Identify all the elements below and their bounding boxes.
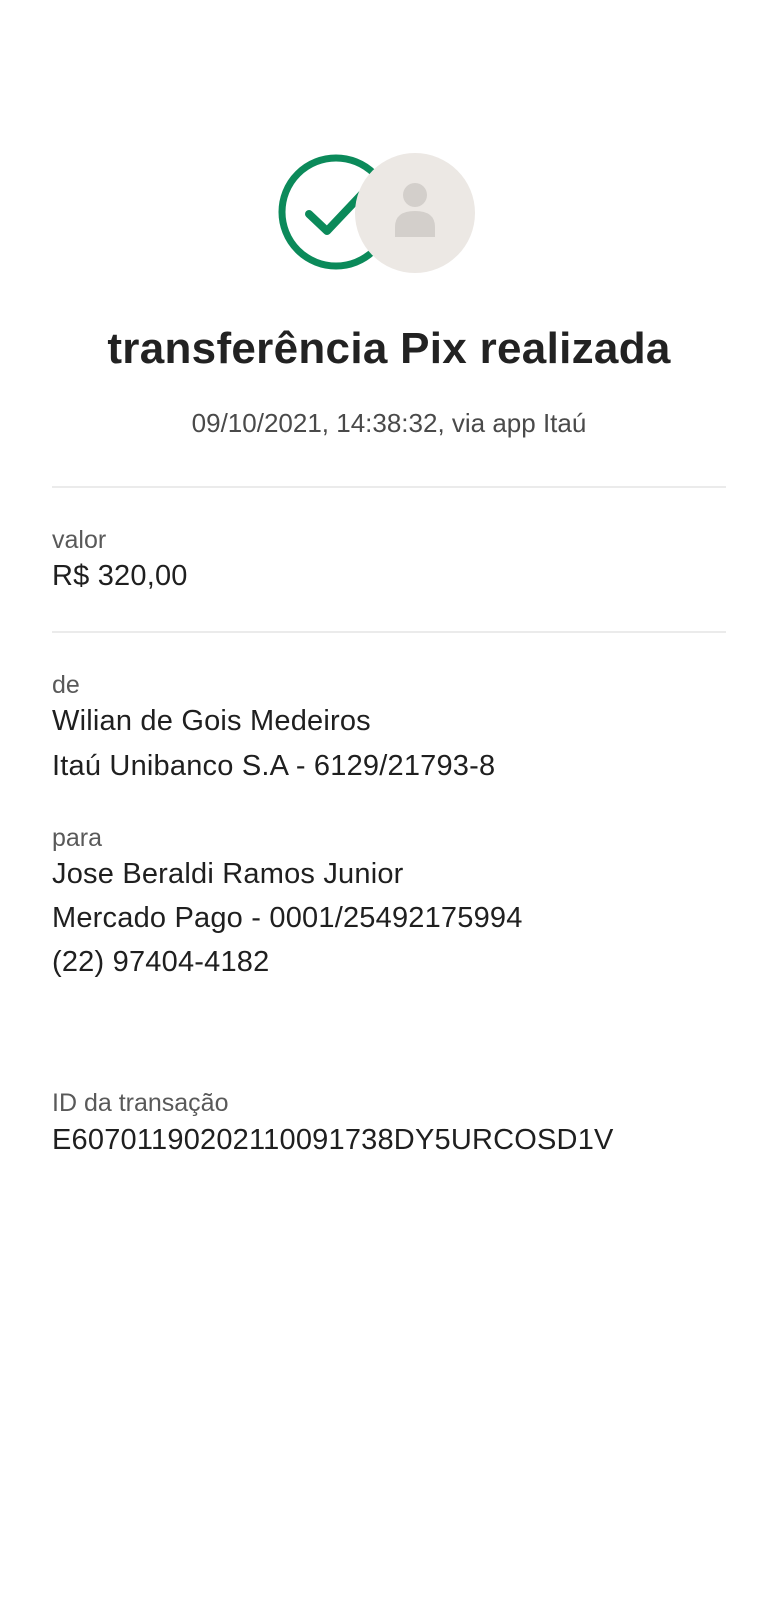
transaction-id-label: ID da transação xyxy=(52,1089,229,1117)
transaction-datetime: 09/10/2021, 14:38:32, via app Itaú xyxy=(191,408,587,438)
person-icon xyxy=(395,183,435,237)
from-bank: Itaú Unibanco S.A - 6129/21793-8 xyxy=(52,750,496,782)
avatar xyxy=(355,153,475,273)
amount-value: R$ 320,00 xyxy=(52,560,188,592)
to-name: Jose Beraldi Ramos Junior xyxy=(52,858,404,890)
from-name: Wilian de Gois Medeiros xyxy=(52,705,371,737)
from-label: de xyxy=(52,671,80,699)
divider xyxy=(52,486,726,488)
status-icon-group xyxy=(276,152,476,276)
page-title: transferência Pix realizada xyxy=(107,324,671,373)
amount-label: valor xyxy=(52,526,107,554)
to-phone: (22) 97404-4182 xyxy=(52,946,270,978)
to-bank: Mercado Pago - 0001/25492175994 xyxy=(52,902,523,934)
divider xyxy=(52,631,726,633)
transaction-id-value: E60701190202110091738DY5URCOSD1V xyxy=(52,1124,614,1156)
to-label: para xyxy=(52,824,103,852)
